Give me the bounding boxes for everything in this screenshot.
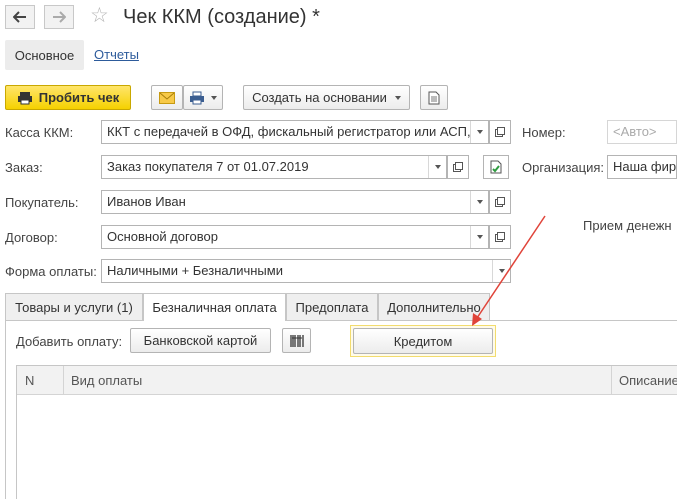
annotation-arrow-icon [472,215,546,326]
